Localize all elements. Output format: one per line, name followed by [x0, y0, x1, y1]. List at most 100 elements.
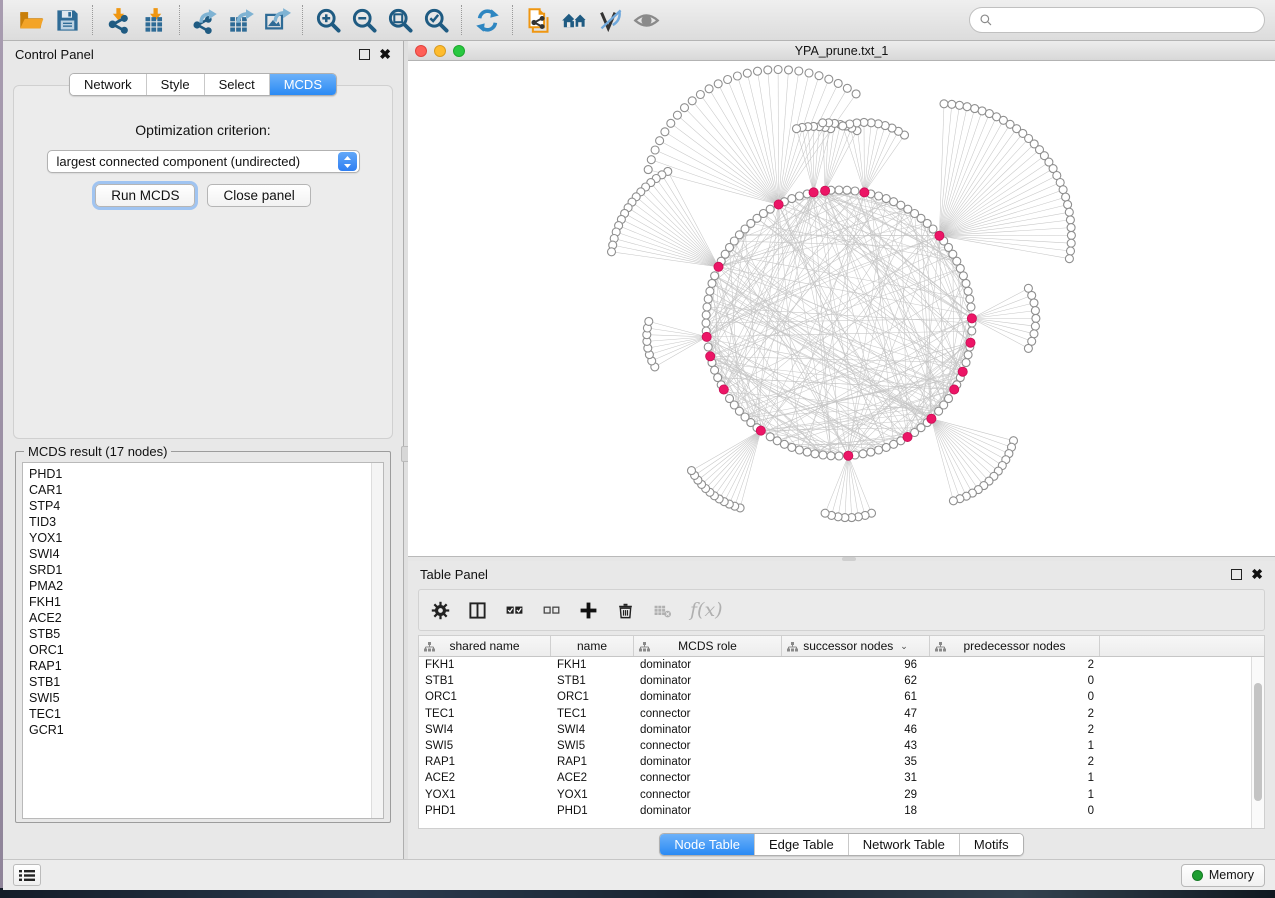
memory-button[interactable]: Memory	[1181, 864, 1265, 887]
cell-name[interactable]: SWI5	[551, 740, 634, 752]
cell-predecessor-nodes[interactable]: 0	[930, 675, 1100, 687]
horizontal-splitter-handle[interactable]	[842, 557, 856, 561]
cell-shared-name[interactable]: ACE2	[419, 772, 551, 784]
cell-successor-nodes[interactable]: 47	[782, 708, 930, 720]
table-row[interactable]: PHD1PHD1dominator180	[419, 803, 1264, 819]
column-header-name[interactable]: name	[551, 636, 634, 656]
cell-shared-name[interactable]: YOX1	[419, 789, 551, 801]
cell-shared-name[interactable]: ORC1	[419, 691, 551, 703]
hide-details-button[interactable]	[592, 3, 628, 37]
add-row-button[interactable]	[579, 601, 598, 620]
mcds-result-item[interactable]: YOX1	[29, 530, 383, 546]
cell-name[interactable]: YOX1	[551, 789, 634, 801]
tab-network-table[interactable]: Network Table	[849, 834, 960, 855]
column-header-MCDS-role[interactable]: MCDS role	[634, 636, 782, 656]
cell-name[interactable]: PHD1	[551, 805, 634, 817]
cell-shared-name[interactable]: FKH1	[419, 659, 551, 671]
cell-predecessor-nodes[interactable]: 2	[930, 724, 1100, 736]
mcds-result-item[interactable]: GCR1	[29, 722, 383, 738]
export-network-button[interactable]	[187, 3, 223, 37]
cell-predecessor-nodes[interactable]: 0	[930, 805, 1100, 817]
cell-name[interactable]: SWI4	[551, 724, 634, 736]
show-details-button[interactable]	[628, 3, 664, 37]
cell-name[interactable]: ORC1	[551, 691, 634, 703]
open-button[interactable]	[13, 3, 49, 37]
export-table-button[interactable]	[223, 3, 259, 37]
cell-predecessor-nodes[interactable]: 2	[930, 659, 1100, 671]
mcds-list-scrollbar[interactable]	[371, 463, 383, 818]
zoom-selected-button[interactable]	[418, 3, 454, 37]
cell-MCDS-role[interactable]: connector	[634, 708, 782, 720]
zoom-in-button[interactable]	[310, 3, 346, 37]
mcds-result-item[interactable]: TID3	[29, 514, 383, 530]
mcds-result-item[interactable]: SWI5	[29, 690, 383, 706]
cell-shared-name[interactable]: SWI4	[419, 724, 551, 736]
cell-MCDS-role[interactable]: dominator	[634, 756, 782, 768]
column-header-successor-nodes[interactable]: successor nodes⌄	[782, 636, 930, 656]
cell-successor-nodes[interactable]: 29	[782, 789, 930, 801]
cell-successor-nodes[interactable]: 62	[782, 675, 930, 687]
cell-MCDS-role[interactable]: connector	[634, 740, 782, 752]
table-row[interactable]: STB1STB1dominator620	[419, 673, 1264, 689]
run-mcds-button[interactable]: Run MCDS	[95, 184, 195, 207]
cell-MCDS-role[interactable]: dominator	[634, 659, 782, 671]
cell-successor-nodes[interactable]: 31	[782, 772, 930, 784]
cell-name[interactable]: TEC1	[551, 708, 634, 720]
close-panel-button[interactable]: Close panel	[207, 184, 310, 207]
settings-button[interactable]	[431, 601, 450, 620]
cell-MCDS-role[interactable]: dominator	[634, 691, 782, 703]
tab-style[interactable]: Style	[147, 74, 205, 95]
search-box[interactable]	[969, 7, 1265, 33]
mcds-result-item[interactable]: PHD1	[29, 466, 383, 482]
close-panel-icon[interactable]: ✖	[379, 49, 391, 60]
tab-edge-table[interactable]: Edge Table	[755, 834, 849, 855]
columns-button[interactable]	[468, 601, 487, 620]
cell-name[interactable]: ACE2	[551, 772, 634, 784]
cell-MCDS-role[interactable]: dominator	[634, 805, 782, 817]
cell-name[interactable]: STB1	[551, 675, 634, 687]
cell-successor-nodes[interactable]: 35	[782, 756, 930, 768]
cell-predecessor-nodes[interactable]: 0	[930, 691, 1100, 703]
mcds-result-list[interactable]: PHD1CAR1STP4TID3YOX1SWI4SRD1PMA2FKH1ACE2…	[22, 462, 384, 819]
cell-successor-nodes[interactable]: 43	[782, 740, 930, 752]
cell-MCDS-role[interactable]: connector	[634, 772, 782, 784]
horizontal-splitter[interactable]	[408, 557, 1275, 561]
cell-successor-nodes[interactable]: 61	[782, 691, 930, 703]
import-table-button[interactable]	[136, 3, 172, 37]
mcds-result-item[interactable]: STB5	[29, 626, 383, 642]
table-row[interactable]: ACE2ACE2connector311	[419, 770, 1264, 786]
tab-motifs[interactable]: Motifs	[960, 834, 1023, 855]
cell-successor-nodes[interactable]: 18	[782, 805, 930, 817]
table-scrollbar-thumb[interactable]	[1254, 683, 1262, 801]
task-history-button[interactable]	[13, 864, 41, 886]
cell-shared-name[interactable]: SWI5	[419, 740, 551, 752]
cell-MCDS-role[interactable]: dominator	[634, 675, 782, 687]
table-row[interactable]: SWI5SWI5connector431	[419, 738, 1264, 754]
zoom-out-button[interactable]	[346, 3, 382, 37]
import-network-button[interactable]	[100, 3, 136, 37]
cell-name[interactable]: FKH1	[551, 659, 634, 671]
network-graph[interactable]	[408, 61, 1275, 556]
first-neighbors-button[interactable]	[556, 3, 592, 37]
column-header-shared-name[interactable]: shared name	[419, 636, 551, 656]
cell-predecessor-nodes[interactable]: 1	[930, 772, 1100, 784]
refresh-button[interactable]	[469, 3, 505, 37]
table-row[interactable]: ORC1ORC1dominator610	[419, 689, 1264, 705]
cell-shared-name[interactable]: RAP1	[419, 756, 551, 768]
criterion-select[interactable]: largest connected component (undirected)	[47, 150, 360, 173]
cell-predecessor-nodes[interactable]: 2	[930, 708, 1100, 720]
mcds-result-item[interactable]: PMA2	[29, 578, 383, 594]
mcds-result-item[interactable]: ACE2	[29, 610, 383, 626]
cell-shared-name[interactable]: STB1	[419, 675, 551, 687]
float-panel-icon[interactable]	[359, 49, 370, 60]
table-row[interactable]: SWI4SWI4dominator462	[419, 722, 1264, 738]
network-window-titlebar[interactable]: YPA_prune.txt_1	[408, 41, 1275, 61]
clone-network-button[interactable]	[520, 3, 556, 37]
cell-name[interactable]: RAP1	[551, 756, 634, 768]
mcds-result-item[interactable]: RAP1	[29, 658, 383, 674]
tab-mcds[interactable]: MCDS	[270, 74, 336, 95]
cell-shared-name[interactable]: PHD1	[419, 805, 551, 817]
tab-node-table[interactable]: Node Table	[660, 834, 755, 855]
table-row[interactable]: TEC1TEC1connector472	[419, 706, 1264, 722]
table-row[interactable]: YOX1YOX1connector291	[419, 787, 1264, 803]
